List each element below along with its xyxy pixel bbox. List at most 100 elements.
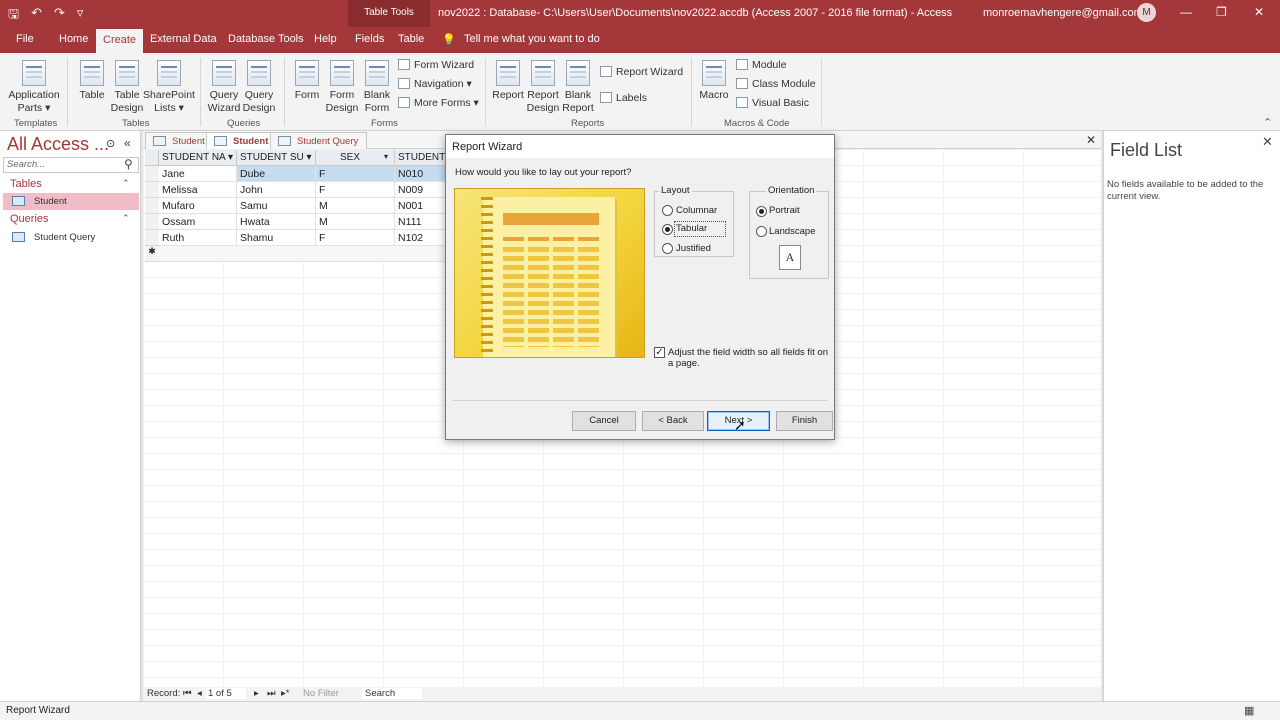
table-cell[interactable]: M	[316, 198, 395, 214]
select-all-corner[interactable]	[145, 150, 159, 166]
table-cell[interactable]: Mufaro	[159, 198, 237, 214]
close-document-icon[interactable]: ✕	[1086, 133, 1096, 147]
table-cell[interactable]: Dube	[237, 166, 316, 182]
avatar[interactable]: M	[1137, 3, 1156, 22]
cancel-button[interactable]: Cancel	[572, 411, 636, 431]
tab-table[interactable]: Table	[398, 33, 424, 45]
finish-button[interactable]: Finish	[776, 411, 833, 431]
row-selector[interactable]	[145, 182, 159, 198]
report-wizard-button[interactable]: Report Wizard	[600, 66, 683, 78]
table-button[interactable]: Table	[76, 60, 108, 102]
tab-home[interactable]: Home	[59, 33, 88, 45]
collapse-ribbon-icon[interactable]: ⌃	[1263, 116, 1272, 129]
nav-pane-title[interactable]: All Access ...	[7, 134, 109, 155]
table-cell[interactable]: N111	[395, 214, 446, 230]
columnar-label[interactable]: Columnar	[676, 205, 717, 216]
table-cell[interactable]: N010	[395, 166, 446, 182]
table-cell[interactable]: John	[237, 182, 316, 198]
redo-icon[interactable]: ↷	[54, 5, 65, 27]
blank-report-button[interactable]: Blank Report	[562, 60, 594, 115]
table-cell[interactable]: Samu	[237, 198, 316, 214]
landscape-radio[interactable]	[756, 226, 767, 237]
tab-help[interactable]: Help	[314, 33, 337, 45]
back-button[interactable]: < Back	[642, 411, 704, 431]
row-selector[interactable]	[145, 214, 159, 230]
next-record-icon[interactable]: ▸	[254, 688, 259, 699]
table-cell[interactable]: N001	[395, 198, 446, 214]
restore-icon[interactable]: ❐	[1216, 5, 1227, 19]
table-cell[interactable]: Shamu	[237, 230, 316, 246]
row-selector[interactable]	[145, 198, 159, 214]
nav-menu-icon[interactable]: ⊙	[106, 137, 115, 150]
macro-button[interactable]: Macro	[698, 60, 730, 102]
search-icon[interactable]: ⚲	[124, 157, 133, 171]
no-filter-button[interactable]: No Filter	[303, 688, 339, 699]
landscape-label[interactable]: Landscape	[769, 226, 815, 237]
undo-icon[interactable]: ↶	[31, 5, 42, 27]
sort-dropdown-icon[interactable]: ▾	[384, 152, 388, 161]
sharepoint-lists-button[interactable]: SharePoint Lists ▾	[143, 60, 195, 115]
new-record-icon[interactable]: ✱	[145, 246, 159, 262]
visual-basic-button[interactable]: Visual Basic	[736, 97, 809, 109]
application-parts-button[interactable]: Application Parts ▾	[6, 60, 62, 115]
report-design-button[interactable]: Report Design	[526, 60, 560, 115]
nav-group-queries[interactable]: Queries	[10, 213, 49, 225]
tab-file[interactable]: File	[16, 33, 34, 45]
customize-qat-icon[interactable]: ▿	[77, 5, 84, 27]
portrait-label[interactable]: Portrait	[769, 205, 800, 216]
query-design-button[interactable]: Query Design	[242, 60, 276, 115]
new-record-nav-icon[interactable]: ▸*	[281, 688, 289, 699]
shutter-bar-icon[interactable]: «	[124, 136, 131, 150]
form-design-button[interactable]: Form Design	[325, 60, 359, 115]
portrait-radio[interactable]	[756, 206, 767, 217]
justified-label[interactable]: Justified	[676, 243, 711, 254]
doc-tab-student-query[interactable]: Student Query	[270, 132, 368, 149]
collapse-tables-icon[interactable]: ⌃	[122, 178, 130, 189]
previous-record-icon[interactable]: ◂	[197, 688, 202, 699]
form-button[interactable]: Form	[292, 60, 322, 102]
tab-create[interactable]: Create	[96, 29, 144, 53]
table-cell[interactable]: Ossam	[159, 214, 237, 230]
tab-external-data[interactable]: External Data	[150, 33, 217, 45]
tabular-radio[interactable]	[662, 224, 673, 235]
form-wizard-button[interactable]: Form Wizard	[398, 59, 474, 71]
class-module-button[interactable]: Class Module	[736, 78, 816, 90]
nav-item-student-query[interactable]: Student Query	[3, 229, 139, 246]
column-header[interactable]: STUDENT	[395, 150, 446, 166]
minimize-icon[interactable]: —	[1180, 5, 1192, 19]
table-design-button[interactable]: Table Design	[110, 60, 144, 115]
justified-radio[interactable]	[662, 243, 673, 254]
table-cell[interactable]: F	[316, 230, 395, 246]
table-cell[interactable]: F	[316, 166, 395, 182]
close-icon[interactable]: ✕	[1254, 5, 1264, 19]
report-button[interactable]: Report	[492, 60, 524, 102]
table-cell[interactable]: Ruth	[159, 230, 237, 246]
table-cell[interactable]: Jane	[159, 166, 237, 182]
doc-tab-student-1[interactable]: Student	[145, 132, 214, 149]
close-field-list-icon[interactable]: ✕	[1262, 134, 1273, 150]
nav-search-input[interactable]: Search...	[3, 157, 139, 173]
collapse-queries-icon[interactable]: ⌃	[122, 213, 130, 224]
new-record-row[interactable]	[159, 246, 446, 262]
table-cell[interactable]: N009	[395, 182, 446, 198]
tab-fields[interactable]: Fields	[355, 33, 384, 45]
table-cell[interactable]: F	[316, 182, 395, 198]
record-search-input[interactable]: Search	[362, 688, 422, 699]
table-cell[interactable]: Melissa	[159, 182, 237, 198]
module-button[interactable]: Module	[736, 59, 786, 71]
nav-group-tables[interactable]: Tables	[10, 178, 42, 190]
nav-item-student-table[interactable]: Student	[3, 193, 139, 210]
doc-tab-student-2[interactable]: Student	[206, 132, 278, 149]
save-icon[interactable]: 🖫	[8, 5, 19, 27]
navigation-button[interactable]: Navigation ▾	[398, 78, 472, 90]
table-cell[interactable]: Hwata	[237, 214, 316, 230]
blank-form-button[interactable]: Blank Form	[361, 60, 393, 115]
last-record-icon[interactable]: ⏭	[267, 688, 276, 699]
column-header[interactable]: STUDENT SU ▾	[237, 150, 316, 166]
adjust-field-width-checkbox[interactable]: ✓	[654, 347, 665, 358]
table-cell[interactable]: N102	[395, 230, 446, 246]
record-position-input[interactable]: 1 of 5	[206, 688, 246, 699]
account-email[interactable]: monroemavhengere@gmail.com	[983, 7, 1143, 19]
tab-database-tools[interactable]: Database Tools	[228, 33, 304, 45]
tell-me-search[interactable]: Tell me what you want to do	[464, 33, 600, 45]
